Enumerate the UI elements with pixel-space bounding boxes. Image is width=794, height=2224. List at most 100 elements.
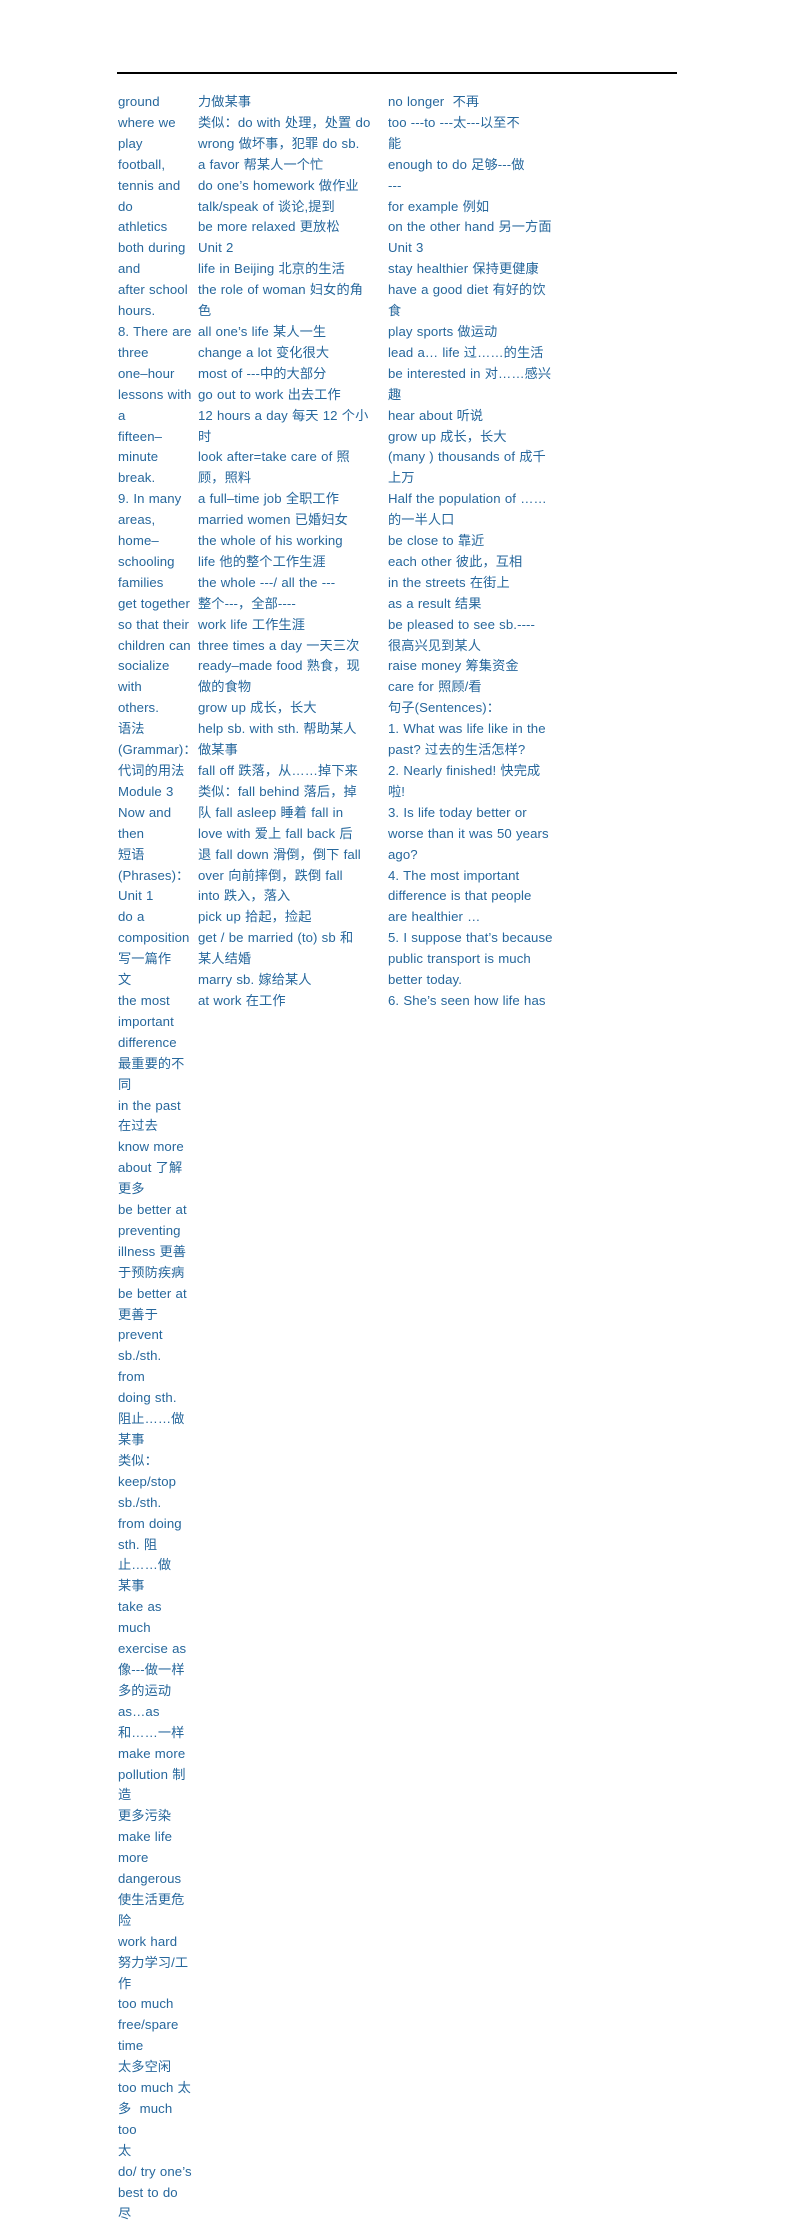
text-line: doing sth. 阻止……做某事 <box>118 1390 185 1447</box>
text-line: know more about 了解更多 <box>118 1139 188 1197</box>
text-line: look after=take care of 照 <box>198 449 350 465</box>
text-line: 3. Is life today better or <box>388 804 527 820</box>
text-line: make life more dangerous <box>118 1829 182 1887</box>
text-line: home–schooling families <box>118 533 179 590</box>
text-line: pick up 拾起，捡起 <box>198 909 312 925</box>
text-line: football, tennis and do <box>118 156 185 214</box>
text-line: get / be married (to) sb 和 <box>198 930 354 946</box>
text-line: as…as 和……一样 <box>118 1703 185 1740</box>
text-line: 6. She’s seen how life has <box>388 992 546 1008</box>
text-line: help sb. with sth. 帮助某人 <box>198 721 357 737</box>
text-line: into 跌入，落入 <box>198 888 291 904</box>
text-line: play sports 做运动 <box>388 323 498 339</box>
text-line: prevent sb./sth. from <box>118 1327 167 1385</box>
text-line: 更多污染 <box>118 1808 172 1824</box>
text-line: do one’s homework 做作业 <box>198 177 359 193</box>
text-line: no longer 不再 <box>388 94 480 109</box>
text-line: work life 工作生涯 <box>198 616 305 632</box>
text-line: be interested in 对……感兴 <box>388 365 552 381</box>
text-line: be better at preventing <box>118 1202 191 1238</box>
text-line: 12 hours a day 每天 12 个小 <box>198 407 369 423</box>
text-line: 代词的用法 <box>118 763 185 778</box>
text-column-3: no longer 不再 too ---to ---太---以至不能 enough … <box>388 92 582 1012</box>
text-line: too much 太多 much too <box>118 2080 191 2137</box>
text-line: ago? <box>388 846 418 862</box>
text-line: the most important <box>118 992 174 1029</box>
text-line: 很高兴见到某人 <box>388 637 482 653</box>
text-line: 2. Nearly finished! 快完成 <box>388 763 541 778</box>
text-line: go out to work 出去工作 <box>198 386 341 402</box>
text-line: one–hour lessons with a <box>118 365 196 423</box>
text-line: grow up 成长，长大 <box>388 428 507 444</box>
text-column-1: ground where we play football, tennis and… <box>0 92 198 2224</box>
text-line: 使生活更危险 <box>118 1891 185 1928</box>
text-line: 8. There are three <box>118 323 196 360</box>
text-line: worse than it was 50 years <box>388 825 549 841</box>
text-line: are healthier … <box>388 909 481 925</box>
text-line: the whole ---/ all the --- <box>198 574 336 590</box>
text-line: 语法(Grammar)： <box>118 721 197 758</box>
text-line: others. <box>118 700 160 716</box>
text-line: 类似：keep/stop sb./sth. <box>118 1452 181 1510</box>
text-line: 上万 <box>388 470 415 486</box>
text-line: past? 过去的生活怎样? <box>388 742 526 758</box>
header-divider-rule <box>117 72 677 74</box>
text-line: 队 fall asleep 睡着 fall in <box>198 804 344 820</box>
text-line: 句子(Sentences)： <box>388 700 501 716</box>
text-line: for example 例如 <box>388 198 490 214</box>
text-line: change a lot 变化很大 <box>198 344 330 360</box>
text-line: 做的食物 <box>198 679 252 695</box>
text-line: most of ---中的大部分 <box>198 365 327 381</box>
text-line: on the other hand 另一方面 <box>388 219 552 235</box>
text-line: 的一半人口 <box>388 512 455 528</box>
text-line: Module 3 Now and then <box>118 783 178 841</box>
text-line: 类似：do with 处理，处置 do <box>198 114 371 130</box>
text-line: make more pollution 制造 <box>118 1745 190 1803</box>
text-line: illness 更善于预防疾病 <box>118 1243 187 1280</box>
text-line: 类似：fall behind 落后，掉 <box>198 783 357 799</box>
text-line: difference is that people <box>388 888 532 904</box>
text-line: 色 <box>198 303 212 319</box>
text-line: at work 在工作 <box>198 992 286 1008</box>
text-line: life in Beijing 北京的生活 <box>198 261 345 277</box>
text-line: do/ try one’s best to do 尽 <box>118 2163 196 2221</box>
text-line: 食 <box>388 303 402 319</box>
text-line: talk/speak of 谈论,提到 <box>198 198 335 214</box>
text-line: 力做某事 <box>198 94 252 109</box>
text-line: be more relaxed 更放松 <box>198 219 340 235</box>
text-line: 1. What was life like in the <box>388 721 546 737</box>
text-line: care for 照顾/看 <box>388 679 482 695</box>
text-line: all one’s life 某人一生 <box>198 323 327 339</box>
document-page: ground where we play football, tennis and… <box>0 0 794 2221</box>
text-line: each other 彼此，互相 <box>388 553 523 569</box>
text-line: stay healthier 保持更健康 <box>388 261 539 277</box>
text-line: be pleased to see sb.---- <box>388 616 536 632</box>
text-line: 能 <box>388 135 402 151</box>
text-line: difference 最重要的不同 <box>118 1034 185 1092</box>
text-line: love with 爱上 fall back 后 <box>198 825 353 841</box>
text-line: too ---to ---太---以至不 <box>388 114 520 130</box>
text-line: 退 fall down 滑倒，倒下 fall <box>198 846 361 862</box>
text-line: married women 已婚妇女 <box>198 512 348 528</box>
text-line: better today. <box>388 972 463 988</box>
text-columns-container: ground where we play football, tennis and… <box>0 92 794 2224</box>
text-line: Half the population of …… <box>388 491 547 507</box>
text-line: fifteen–minute break. <box>118 428 163 486</box>
text-line: Unit 1 <box>118 888 154 904</box>
text-line: 文 <box>118 972 132 988</box>
text-line: --- <box>388 177 402 193</box>
text-line: ready–made food 熟食，现 <box>198 658 360 674</box>
text-line: the whole of his working <box>198 533 343 549</box>
text-line: after school hours. <box>118 282 192 319</box>
text-line: be better at 更善于 <box>118 1285 191 1322</box>
text-line: athletics both during and <box>118 219 190 277</box>
text-line: 某事 <box>118 1578 145 1594</box>
text-line: grow up 成长，长大 <box>198 700 317 716</box>
text-line: 9. In many areas, <box>118 491 186 528</box>
text-line: over 向前摔倒，跌倒 fall <box>198 867 343 883</box>
text-line: from doing sth. 阻止……做 <box>118 1515 186 1573</box>
text-line: 顾，照料 <box>198 470 252 486</box>
text-line: work hard 努力学习/工作 <box>118 1933 189 1991</box>
text-line: 像---做一样多的运动 <box>118 1661 185 1698</box>
text-line: raise money 筹集资金 <box>388 658 519 674</box>
